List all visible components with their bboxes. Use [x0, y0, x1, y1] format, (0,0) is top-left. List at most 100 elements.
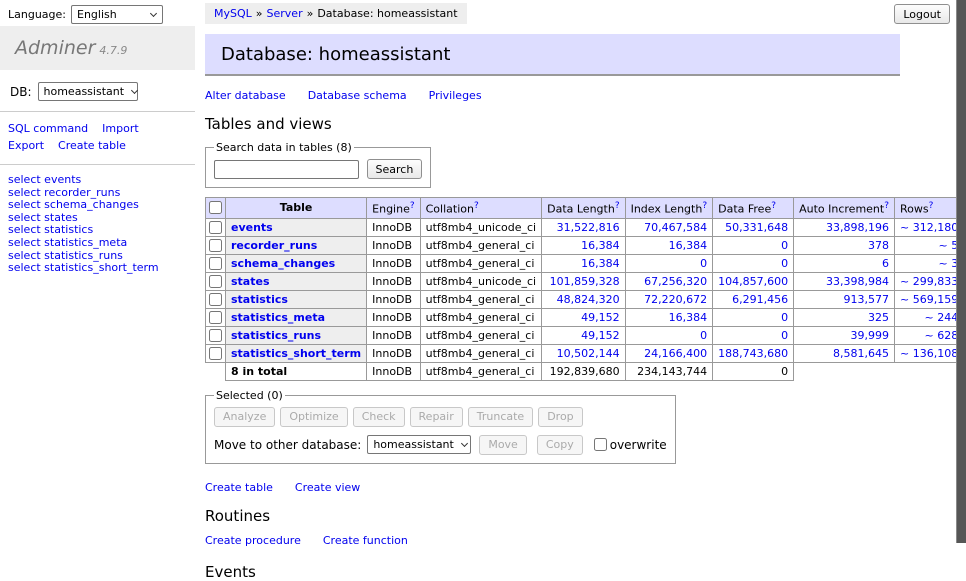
copy-button[interactable]: Copy — [537, 435, 583, 455]
action-create-procedure[interactable]: Create procedure — [205, 534, 301, 547]
rows-link[interactable]: ~ 569,159 — [900, 293, 958, 306]
breadcrumb-link-mysql[interactable]: MySQL — [214, 7, 252, 20]
rows-link[interactable]: ~ 628 — [924, 329, 958, 342]
chevron-down-icon — [461, 440, 468, 447]
sidebar-select-statistics-short-term[interactable]: select statistics_short_term — [8, 262, 187, 275]
sidebar-link-sql-command[interactable]: SQL command — [8, 122, 88, 135]
row-checkbox[interactable] — [209, 311, 222, 324]
row-checkbox[interactable] — [209, 239, 222, 252]
analyze-button[interactable]: Analyze — [214, 407, 275, 427]
check-button[interactable]: Check — [353, 407, 405, 427]
row-checkbox[interactable] — [209, 329, 222, 342]
rows-link[interactable]: ~ 136,108 — [900, 347, 958, 360]
index-length-link[interactable]: 72,220,672 — [644, 293, 707, 306]
data-length-link[interactable]: 101,859,328 — [550, 275, 620, 288]
data-free-link[interactable]: 6,291,456 — [732, 293, 788, 306]
move-db-select[interactable]: homeassistant — [367, 435, 471, 454]
help-link[interactable]: ? — [884, 201, 889, 211]
action-create-table[interactable]: Create table — [205, 481, 273, 494]
action-database-schema[interactable]: Database schema — [308, 89, 407, 102]
sidebar-link-import[interactable]: Import — [102, 122, 139, 135]
table-link-statistics-short-term[interactable]: statistics_short_term — [231, 347, 361, 360]
data-free-link[interactable]: 104,857,600 — [718, 275, 788, 288]
auto-increment-link[interactable]: 8,581,645 — [833, 347, 889, 360]
data-free-link[interactable]: 50,331,648 — [725, 221, 788, 234]
action-privileges[interactable]: Privileges — [429, 89, 482, 102]
search-button[interactable]: Search — [367, 159, 423, 179]
row-checkbox-cell — [206, 236, 226, 254]
help-link[interactable]: ? — [474, 201, 479, 211]
table-link-statistics[interactable]: statistics — [231, 293, 288, 306]
data-free-link[interactable]: 0 — [781, 239, 788, 252]
help-link[interactable]: ? — [410, 201, 415, 211]
index-length-link[interactable]: 70,467,584 — [644, 221, 707, 234]
index-length-link[interactable]: 0 — [700, 329, 707, 342]
table-link-events[interactable]: events — [231, 221, 273, 234]
index-length-link[interactable]: 67,256,320 — [644, 275, 707, 288]
table-link-statistics-meta[interactable]: statistics_meta — [231, 311, 325, 324]
select-all-checkbox[interactable] — [209, 201, 222, 214]
data-length-link[interactable]: 49,152 — [581, 329, 620, 342]
data-free-link[interactable]: 0 — [781, 311, 788, 324]
language-select[interactable]: English — [71, 5, 163, 24]
data-free-link[interactable]: 0 — [781, 329, 788, 342]
overwrite-checkbox[interactable] — [594, 438, 607, 451]
sidebar-select-events[interactable]: select events — [8, 174, 187, 187]
optimize-button[interactable]: Optimize — [280, 407, 347, 427]
help-link[interactable]: ? — [615, 201, 620, 211]
auto-increment-link[interactable]: 33,398,984 — [826, 275, 889, 288]
data-length-link[interactable]: 10,502,144 — [557, 347, 620, 360]
row-checkbox[interactable] — [209, 221, 222, 234]
drop-button[interactable]: Drop — [538, 407, 582, 427]
rows-link[interactable]: ~ 299,833 — [900, 275, 958, 288]
help-link[interactable]: ? — [702, 201, 707, 211]
help-link[interactable]: ? — [929, 201, 934, 211]
table-link-states[interactable]: states — [231, 275, 270, 288]
help-link[interactable]: ? — [771, 201, 776, 211]
search-input[interactable] — [214, 160, 359, 179]
sidebar-select-schema-changes[interactable]: select schema_changes — [8, 199, 187, 212]
data-length-link[interactable]: 48,824,320 — [557, 293, 620, 306]
truncate-button[interactable]: Truncate — [468, 407, 533, 427]
rows-link[interactable]: ~ 244 — [924, 311, 958, 324]
data-length-link[interactable]: 16,384 — [581, 257, 620, 270]
vertical-scrollbar[interactable] — [956, 0, 966, 543]
data-length-link[interactable]: 31,522,816 — [557, 221, 620, 234]
row-checkbox[interactable] — [209, 275, 222, 288]
auto-increment-link[interactable]: 6 — [882, 257, 889, 270]
auto-increment-link[interactable]: 39,999 — [851, 329, 890, 342]
sidebar-select-statistics-meta[interactable]: select statistics_meta — [8, 237, 187, 250]
action-create-view[interactable]: Create view — [295, 481, 360, 494]
index-length-link[interactable]: 16,384 — [669, 239, 708, 252]
rows-link[interactable]: ~ 312,180 — [900, 221, 958, 234]
auto-increment-link[interactable]: 378 — [868, 239, 889, 252]
auto-increment-link[interactable]: 913,577 — [844, 293, 890, 306]
data-free-link[interactable]: 0 — [781, 257, 788, 270]
action-create-function[interactable]: Create function — [323, 534, 408, 547]
sidebar-link-export[interactable]: Export — [8, 139, 44, 152]
table-row: statistics_runsInnoDButf8mb4_general_ci4… — [206, 326, 966, 344]
data-free-link[interactable]: 188,743,680 — [718, 347, 788, 360]
move-button[interactable]: Move — [479, 435, 527, 455]
row-checkbox[interactable] — [209, 347, 222, 360]
breadcrumb-link-server[interactable]: Server — [267, 7, 303, 20]
index-length-cell: 24,166,400 — [625, 344, 713, 362]
action-alter-database[interactable]: Alter database — [205, 89, 286, 102]
db-select[interactable]: homeassistant — [38, 82, 138, 101]
table-link-schema-changes[interactable]: schema_changes — [231, 257, 335, 270]
repair-button[interactable]: Repair — [410, 407, 463, 427]
row-checkbox[interactable] — [209, 293, 222, 306]
auto-increment-link[interactable]: 325 — [868, 311, 889, 324]
index-length-cell: 0 — [625, 326, 713, 344]
data-length-link[interactable]: 49,152 — [581, 311, 620, 324]
data-length-link[interactable]: 16,384 — [581, 239, 620, 252]
logout-button[interactable]: Logout — [894, 4, 950, 24]
index-length-link[interactable]: 16,384 — [669, 311, 708, 324]
auto-increment-link[interactable]: 33,898,196 — [826, 221, 889, 234]
index-length-link[interactable]: 0 — [700, 257, 707, 270]
index-length-link[interactable]: 24,166,400 — [644, 347, 707, 360]
row-checkbox[interactable] — [209, 257, 222, 270]
table-link-recorder-runs[interactable]: recorder_runs — [231, 239, 317, 252]
sidebar-link-create-table[interactable]: Create table — [58, 139, 126, 152]
table-link-statistics-runs[interactable]: statistics_runs — [231, 329, 321, 342]
